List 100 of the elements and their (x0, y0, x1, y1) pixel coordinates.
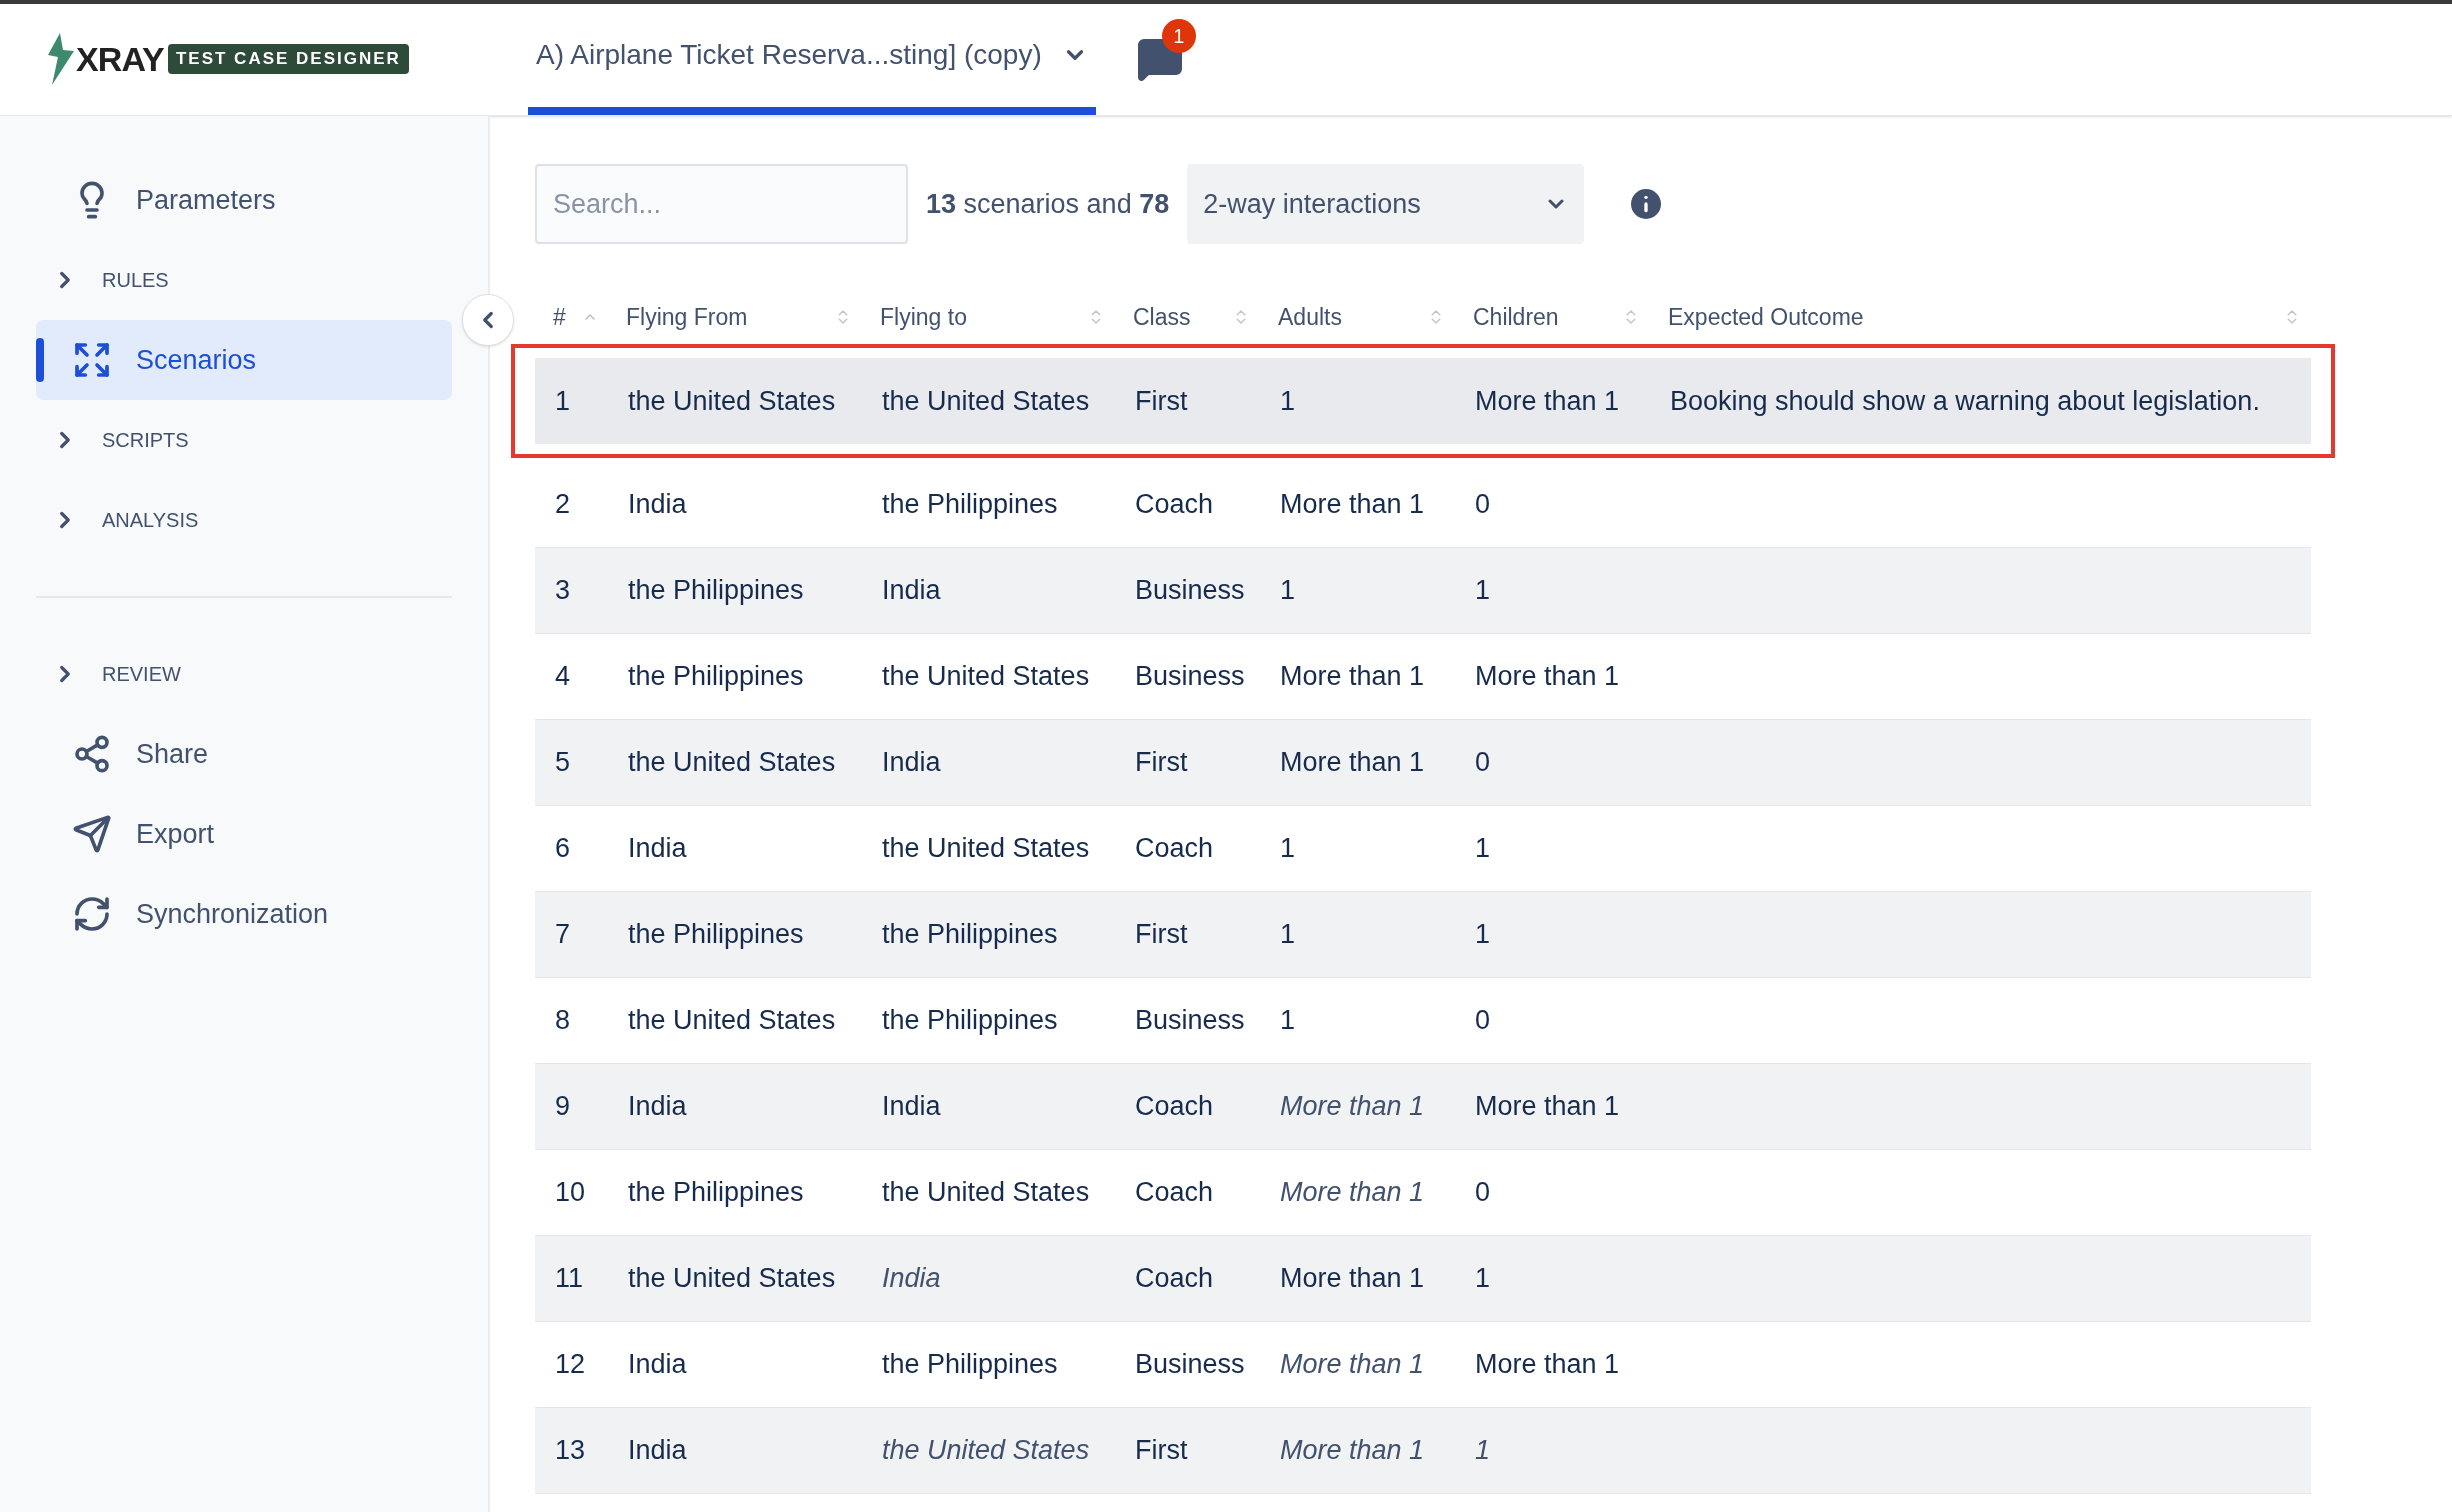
interactions-dropdown[interactable]: 2-way interactions (1187, 164, 1585, 244)
table-cell-text: 13 (554, 1434, 587, 1468)
table-cell-text: India (881, 1090, 942, 1124)
table-cell-text: More than 1 (1474, 660, 1621, 694)
sidebar-item[interactable]: Export (36, 794, 452, 874)
table-cell-text: India (627, 1434, 688, 1468)
sidebar-item[interactable]: Scenarios (36, 320, 452, 400)
column-header[interactable]: Flying From (608, 299, 862, 335)
table-cell-text: 1 (1474, 832, 1492, 866)
table-cell-text: the Philippines (881, 918, 1059, 952)
table-cell-text: Coach (1134, 1090, 1215, 1124)
table-cell-text: 0 (1474, 746, 1492, 780)
table-cell-text: the United States (627, 384, 837, 418)
sidebar-item[interactable]: Share (36, 714, 452, 794)
table-cell-text: More than 1 (1279, 1262, 1426, 1296)
table-cell-text: the Philippines (627, 918, 805, 952)
table-cell-text: 0 (1474, 1004, 1492, 1038)
notification-badge: 1 (1161, 19, 1196, 53)
table-cell-text: India (881, 746, 942, 780)
table-cell-text: First (1134, 746, 1189, 780)
active-indicator (36, 338, 44, 382)
table-cell-text: India (627, 1090, 688, 1124)
table-cell-text: 8 (554, 1004, 572, 1038)
table-cell-text: 11 (554, 1262, 585, 1296)
table-cell-text: 7 (554, 918, 572, 952)
table-cell-text: the Philippines (627, 1176, 805, 1210)
table-row[interactable]: 9 India India Coach More than 1 More than 1 (535, 1064, 2311, 1150)
table-cell-text: the United States (881, 1176, 1091, 1210)
table-cell-text: 1 (1279, 574, 1297, 608)
table-cell-text: More than 1 (1279, 488, 1426, 522)
table-cell-text: the United States (881, 660, 1091, 694)
table-cell-text: 9 (554, 1090, 572, 1124)
table-cell-text: the United States (881, 1434, 1091, 1468)
table-row[interactable]: 7 the Philippines the Philippines First 1 1 (535, 892, 2311, 978)
table-cell-text: the United States (881, 832, 1091, 866)
sync-icon (72, 894, 112, 934)
search-field[interactable]: Search... (535, 164, 908, 244)
table-row[interactable]: 5 the United States India First More than 1 0 (535, 720, 2311, 806)
table-row[interactable]: 1 the United States the United States First 1 More than 1 Booking should show a warning about legislation. (511, 344, 2335, 458)
table-cell-text: Coach (1134, 1262, 1215, 1296)
table-cell-text: the United States (627, 1262, 837, 1296)
table-cell-text: 12 (554, 1348, 587, 1382)
table-cell-text: More than 1 (1279, 660, 1426, 694)
column-header[interactable]: Children (1455, 299, 1650, 335)
table-cell-text: 5 (554, 746, 572, 780)
table-cell-text: India (627, 1348, 688, 1382)
table-cell-text: India (881, 574, 942, 608)
scenario-summary: 13 scenarios and 78 (926, 187, 1170, 221)
share-icon (72, 734, 112, 774)
table-cell-text: More than 1 (1474, 384, 1621, 418)
table-cell-text: 1 (1474, 574, 1492, 608)
table-row[interactable]: 3 the Philippines India Business 1 1 (535, 548, 2311, 634)
table-cell-text: the Philippines (881, 1348, 1059, 1382)
sidebar-section[interactable]: ANALYSIS (0, 480, 488, 560)
table-row[interactable]: 13 India the United States First More than 1 1 (535, 1408, 2311, 1494)
send-icon (72, 814, 112, 854)
logo-badge: TEST CASE DESIGNER (167, 44, 409, 74)
table-cell-text: More than 1 (1474, 1348, 1621, 1382)
table-cell-text: the United States (627, 1004, 837, 1038)
lightning-logo-icon (46, 33, 76, 85)
table-cell-text: First (1134, 918, 1189, 952)
sidebar-item[interactable]: Synchronization (36, 874, 452, 954)
sidebar-section[interactable]: REVIEW (0, 634, 488, 714)
table-cell-text: Business (1134, 660, 1246, 694)
column-header[interactable]: Expected Outcome (1650, 299, 2311, 335)
table-cell-text: 1 (1474, 918, 1492, 952)
table-cell-text: 1 (1474, 1434, 1492, 1468)
sidebar-section[interactable]: SCRIPTS (0, 400, 488, 480)
table-cell-text: the United States (627, 746, 837, 780)
column-header[interactable]: Class (1115, 299, 1260, 335)
collapse-button[interactable] (462, 294, 514, 346)
table-cell-text: More than 1 (1474, 1090, 1621, 1124)
table-row[interactable]: 11 the United States India Coach More than 1 1 (535, 1236, 2311, 1322)
table-cell-text: 1 (554, 384, 572, 418)
table-cell-text: India (627, 488, 688, 522)
logo-text: XRAY (76, 38, 164, 80)
sidebar-section[interactable]: RULES (0, 240, 488, 320)
table-cell-text: the Philippines (627, 660, 805, 694)
table-cell-text: 1 (1279, 1004, 1297, 1038)
table-cell-text: Coach (1134, 1176, 1215, 1210)
table-cell-text: More than 1 (1279, 1090, 1426, 1124)
table-cell-text: the Philippines (627, 574, 805, 608)
table-cell-text: 4 (554, 660, 572, 694)
table-cell-text: 6 (554, 832, 572, 866)
table-cell-text: 1 (1474, 1262, 1492, 1296)
sidebar-item[interactable]: Parameters (36, 160, 452, 240)
table-cell-text: 2 (554, 488, 572, 522)
column-header[interactable]: # (535, 299, 608, 335)
table-cell-text: 0 (1474, 488, 1492, 522)
expand-arrows-icon (72, 340, 112, 380)
table-cell-text: Business (1134, 574, 1246, 608)
table-cell-text: the Philippines (881, 488, 1059, 522)
table-cell-text: First (1134, 1434, 1189, 1468)
column-header[interactable]: Flying to (862, 299, 1115, 335)
project-tab[interactable]: A) Airplane Ticket Reserva...sting] (copy) (528, 3, 1096, 115)
table-cell-text: 1 (1279, 384, 1297, 418)
column-header[interactable]: Adults (1260, 299, 1455, 335)
table-cell-text: First (1134, 384, 1189, 418)
table-cell-text: Business (1134, 1348, 1246, 1382)
table-cell-text: Booking should show a warning about legislation. (1669, 384, 2261, 418)
